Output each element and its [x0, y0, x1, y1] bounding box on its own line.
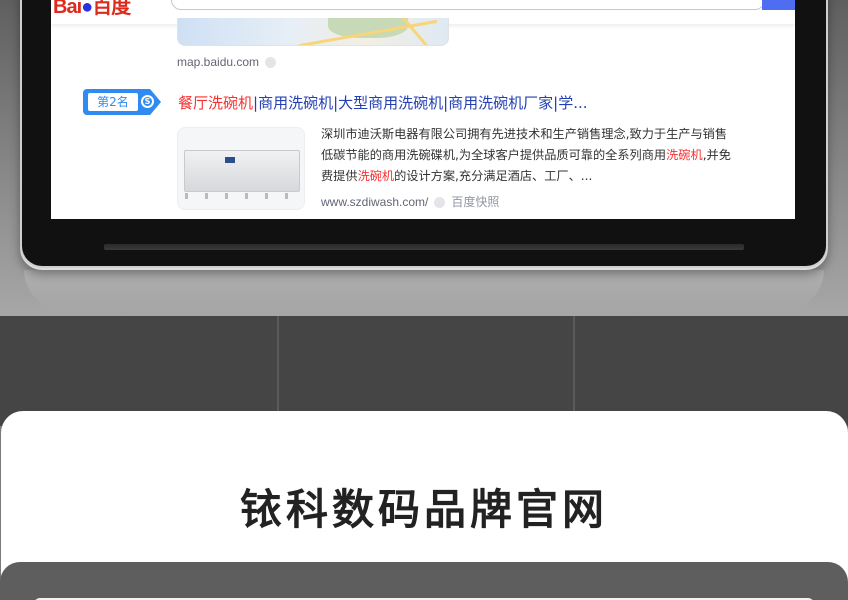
laptop-reflection [24, 270, 824, 310]
map-thumbnail[interactable] [177, 18, 449, 46]
search-button[interactable] [762, 0, 795, 10]
laptop-screen: Bai●百度 map.baidu.com 第2名 S 餐厅洗碗机|商用洗碗机|大… [51, 0, 795, 219]
snippet-highlight: 洗碗机 [666, 148, 703, 162]
paw-icon: ● [81, 0, 93, 18]
bottom-panel [0, 562, 848, 600]
brand-title: 铱科数码品牌官网 [239, 485, 608, 534]
map-result-url[interactable]: map.baidu.com [177, 55, 277, 69]
rank-logo-icon: S [141, 95, 154, 108]
laptop-hinge [104, 244, 744, 250]
map-url-text: map.baidu.com [177, 55, 260, 69]
baidu-logo-latin: Bai [53, 0, 82, 18]
dishwasher-image [184, 150, 301, 199]
search-input[interactable] [171, 0, 765, 10]
divider-line [277, 316, 279, 416]
divider-line [573, 316, 575, 416]
title-rest: |商用洗碗机|大型商用洗碗机|商用洗碗机厂家|学... [253, 94, 588, 112]
baidu-logo[interactable]: Bai●百度 [53, 0, 131, 19]
dark-band [0, 316, 848, 426]
rank-badge: 第2名 S [83, 89, 161, 115]
baidu-logo-chinese: 百度 [92, 0, 131, 18]
result-url: www.szdiwash.com/ [321, 195, 429, 209]
safety-icon [434, 197, 446, 209]
result-snippet: 深圳市迪沃斯电器有限公司拥有先进技术和生产销售理念,致力于生产与销售低碳节能的商… [321, 124, 731, 187]
snippet-text: 的设计方案,充分满足酒店、工厂、... [394, 169, 593, 183]
rank-label: 第2名 [88, 93, 138, 111]
title-highlight: 餐厅洗碗机 [178, 94, 254, 112]
result-title-link[interactable]: 餐厅洗碗机|商用洗碗机|大型商用洗碗机|商用洗碗机厂家|学... [178, 92, 588, 113]
result-url-line[interactable]: www.szdiwash.com/百度快照 [321, 193, 499, 210]
snippet-highlight: 洗碗机 [357, 169, 395, 183]
product-thumbnail[interactable] [177, 127, 305, 210]
cache-link[interactable]: 百度快照 [451, 195, 499, 209]
safety-icon [265, 57, 277, 69]
